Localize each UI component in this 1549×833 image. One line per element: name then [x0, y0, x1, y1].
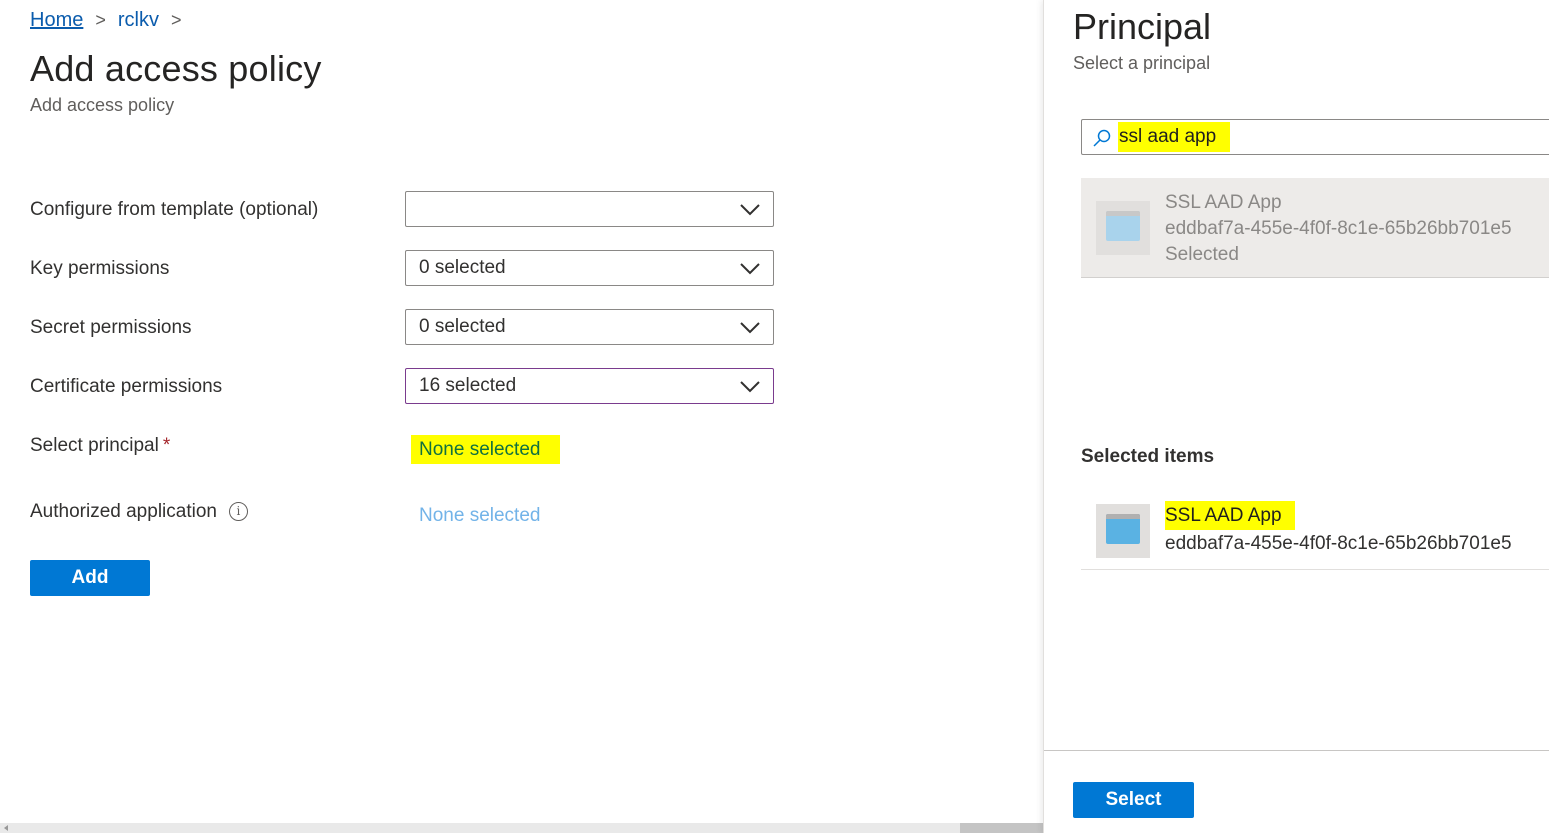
scrollbar-thumb[interactable]	[960, 823, 1043, 833]
search-icon	[1093, 129, 1111, 147]
add-access-policy-blade: Home > rclkv > Add access policy Add acc…	[0, 0, 1043, 833]
app-registration-icon	[1096, 504, 1150, 558]
chevron-down-icon	[740, 204, 760, 216]
secret-permissions-value: 0 selected	[419, 316, 506, 337]
secret-permissions-label: Secret permissions	[30, 317, 192, 338]
breadcrumb-home-link[interactable]: Home	[30, 9, 83, 32]
chevron-down-icon	[740, 381, 760, 393]
search-result-item[interactable]: SSL AAD App eddbaf7a-455e-4f0f-8c1e-65b2…	[1081, 178, 1549, 278]
authorized-application-label-text: Authorized application	[30, 501, 217, 522]
select-principal-label: Select principal *	[30, 435, 170, 457]
app-registration-icon	[1096, 201, 1150, 255]
result-id: eddbaf7a-455e-4f0f-8c1e-65b26bb701e5	[1165, 218, 1512, 239]
breadcrumb: Home > rclkv >	[30, 9, 194, 32]
template-label: Configure from template (optional)	[30, 199, 319, 220]
certificate-permissions-value: 16 selected	[419, 375, 517, 396]
authorized-application-link: None selected	[419, 505, 541, 526]
authorized-application-label: Authorized application i	[30, 501, 248, 523]
certificate-permissions-label: Certificate permissions	[30, 376, 223, 397]
selected-item-id: eddbaf7a-455e-4f0f-8c1e-65b26bb701e5	[1165, 533, 1512, 554]
horizontal-scrollbar[interactable]	[0, 823, 1043, 833]
chevron-down-icon	[740, 322, 760, 334]
page-subtitle: Add access policy	[30, 95, 175, 115]
selected-item-name: SSL AAD App	[1165, 505, 1282, 526]
result-status: Selected	[1165, 244, 1239, 265]
select-principal-label-text: Select principal	[30, 435, 159, 456]
selected-item: SSL AAD App eddbaf7a-455e-4f0f-8c1e-65b2…	[1081, 495, 1549, 570]
footer-divider	[1044, 750, 1549, 751]
scroll-left-arrow-icon[interactable]	[4, 825, 8, 831]
principal-search-input[interactable]: ssl aad app	[1081, 119, 1549, 155]
certificate-permissions-dropdown[interactable]: 16 selected	[405, 368, 774, 404]
principal-panel: Principal Select a principal ssl aad app…	[1043, 0, 1549, 833]
secret-permissions-dropdown[interactable]: 0 selected	[405, 309, 774, 345]
required-indicator: *	[162, 435, 171, 456]
selected-items-heading: Selected items	[1081, 446, 1215, 467]
key-permissions-dropdown[interactable]: 0 selected	[405, 250, 774, 286]
search-input-value: ssl aad app	[1119, 126, 1217, 147]
select-button[interactable]: Select	[1073, 782, 1194, 818]
key-permissions-label: Key permissions	[30, 258, 170, 279]
template-dropdown[interactable]	[405, 191, 774, 227]
breadcrumb-vault-link[interactable]: rclkv	[118, 9, 159, 32]
chevron-right-icon: >	[95, 10, 106, 30]
chevron-down-icon	[740, 263, 760, 275]
panel-subtitle: Select a principal	[1073, 53, 1211, 73]
result-name: SSL AAD App	[1165, 192, 1282, 213]
key-permissions-value: 0 selected	[419, 257, 506, 278]
chevron-right-icon: >	[170, 10, 182, 30]
select-principal-link[interactable]: None selected	[411, 435, 560, 464]
page-title: Add access policy	[30, 48, 322, 89]
info-icon[interactable]: i	[228, 502, 248, 522]
add-button[interactable]: Add	[30, 560, 150, 596]
panel-title: Principal	[1073, 6, 1212, 47]
